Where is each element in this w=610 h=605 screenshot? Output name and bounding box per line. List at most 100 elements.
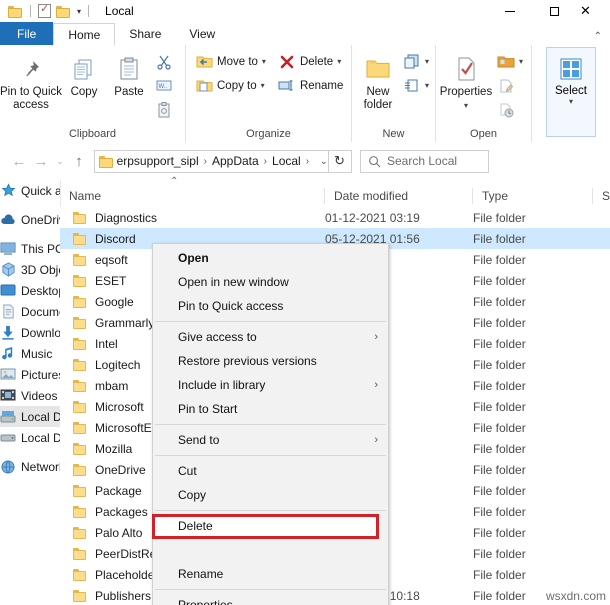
cut-button[interactable] — [152, 51, 176, 72]
chevron-down-icon-6[interactable]: ▾ — [519, 57, 523, 66]
history-icon — [497, 101, 515, 119]
sidebar-item-documents[interactable]: Documents — [0, 301, 60, 322]
column-header-size[interactable]: Si — [593, 185, 610, 207]
search-input[interactable]: Search Local — [387, 154, 457, 168]
new-item-button[interactable]: ▾ — [400, 51, 432, 72]
move-to-button[interactable]: Move to ▾ — [192, 51, 269, 72]
sidebar-item-3d-objects[interactable]: 3D Objects — [0, 259, 60, 280]
back-button[interactable]: ← — [8, 149, 30, 173]
context-menu-item-copy[interactable]: Copy — [153, 483, 388, 507]
breadcrumb-sep-3[interactable]: › — [303, 156, 312, 167]
context-menu-item-label: Copy — [178, 488, 207, 502]
sidebar-item-downloads[interactable]: Downloads — [0, 322, 60, 343]
context-menu-item-rename[interactable]: Rename — [153, 562, 388, 586]
edit-button[interactable] — [494, 75, 526, 96]
copy-path-button[interactable]: W.. — [152, 75, 176, 96]
sidebar-item-onedrive[interactable]: OneDrive — [0, 209, 60, 230]
new-small-buttons: ▾ ▾ — [400, 49, 432, 96]
chevron-down-icon-3[interactable]: ▾ — [337, 57, 341, 66]
rename-ribbon-button[interactable]: Rename — [275, 75, 346, 96]
paste-shortcut-button[interactable] — [152, 99, 176, 120]
tab-home[interactable]: Home — [53, 23, 116, 46]
search-box[interactable]: Search Local — [360, 149, 489, 173]
sidebar-item-local-disk-d[interactable]: Local Disk (D:) — [0, 427, 60, 448]
easy-access-button[interactable]: ▾ — [400, 75, 432, 96]
type-cell: File folder — [473, 378, 526, 393]
select-button[interactable]: Select ▾ — [546, 47, 596, 137]
properties-icon[interactable] — [38, 2, 51, 18]
sidebar-item-desktop[interactable]: Desktop — [0, 280, 60, 301]
tab-file[interactable]: File — [0, 22, 54, 45]
navigation-pane: Quick access OneDrive This PC 3D Objects Des… — [0, 180, 61, 605]
column-header-type[interactable]: Type — [473, 185, 593, 207]
context-menu: Open Open in new window Pin to Quick acces… — [152, 243, 389, 605]
tab-share[interactable]: Share — [115, 22, 175, 45]
context-menu-item-properties[interactable]: Properties — [153, 593, 388, 605]
sidebar-item-network[interactable]: Network — [0, 456, 60, 477]
recent-locations-button[interactable]: ⌄ — [52, 149, 68, 173]
context-menu-item-delete[interactable]: Delete — [178, 519, 213, 533]
context-menu-item-give-access-to[interactable]: Give access to › — [153, 325, 388, 349]
sidebar-item-music[interactable]: Music — [0, 343, 60, 364]
sidebar-item-quick-access[interactable]: Quick access — [0, 180, 60, 201]
tab-view[interactable]: View — [175, 22, 229, 45]
column-header-name[interactable]: Name — [60, 185, 325, 207]
chevron-down-icon-4[interactable]: ▾ — [425, 57, 429, 66]
minimize-button[interactable] — [488, 0, 532, 22]
file-name-label: Logitech — [95, 357, 141, 372]
context-menu-item-pin-to-start[interactable]: Pin to Start — [153, 397, 388, 421]
column-header-date-modified[interactable]: Date modified — [325, 185, 473, 207]
ribbon-group-label-new: New — [382, 128, 405, 140]
open-button[interactable]: ▾ — [494, 51, 526, 72]
new-folder-icon[interactable] — [56, 5, 71, 18]
sidebar-item-videos[interactable]: Videos — [0, 385, 60, 406]
properties-caret[interactable]: ▾ — [464, 99, 468, 112]
sidebar-item-label: Music — [21, 346, 53, 361]
maximize-button[interactable] — [532, 0, 576, 22]
up-button[interactable]: ↑ — [68, 149, 90, 173]
sidebar-item-label: Local Disk (C:) — [21, 409, 60, 424]
context-menu-item-open[interactable]: Open — [153, 246, 388, 270]
svg-text:W..: W.. — [159, 84, 168, 90]
context-menu-item-open-in-new-window[interactable]: Open in new window — [153, 270, 388, 294]
paste-button[interactable]: Paste — [106, 49, 152, 99]
pin-to-quick-access-button[interactable]: Pin to Quick access — [0, 49, 62, 112]
breadcrumb-item-local[interactable]: Local — [270, 154, 303, 168]
table-row[interactable]: Diagnostics 01-12-2021 03:19 File folder — [60, 207, 610, 228]
properties-button[interactable]: Properties ▾ — [438, 49, 494, 112]
context-menu-item-label: Open — [178, 251, 209, 265]
breadcrumb-item-appdata[interactable]: AppData — [210, 154, 261, 168]
context-menu-item-restore-previous-versions[interactable]: Restore previous versions — [153, 349, 388, 373]
close-button[interactable]: ✕ — [576, 0, 610, 22]
address-bar[interactable]: « erpsupport_sipl › AppData › Local › ⌄ — [94, 149, 329, 173]
breadcrumb-item-user[interactable]: erpsupport_sipl — [115, 154, 201, 168]
delete-ribbon-button[interactable]: Delete ▾ — [275, 51, 346, 72]
properties-icon — [454, 52, 478, 86]
context-menu-item-label: Pin to Start — [178, 402, 238, 416]
file-name-label: eqsoft — [95, 252, 128, 267]
new-folder-button[interactable]: New folder — [356, 49, 400, 112]
ribbon: Pin to Quick access Copy Paste W.. Clipb… — [0, 45, 610, 143]
forward-button[interactable]: → — [30, 149, 52, 173]
context-menu-item-send-to[interactable]: Send to › — [153, 428, 388, 452]
folder-icon — [72, 274, 88, 288]
refresh-button[interactable]: ↻ — [328, 149, 352, 173]
file-name-label: Package — [95, 483, 142, 498]
context-menu-item-pin-to-quick-access[interactable]: Pin to Quick access — [153, 294, 388, 318]
chevron-down-icon-2[interactable]: ▾ — [261, 81, 265, 90]
sidebar-item-this-pc[interactable]: This PC — [0, 238, 60, 259]
chevron-down-icon-5[interactable]: ▾ — [425, 81, 429, 90]
sidebar-item-local-disk-c[interactable]: Local Disk (C:) — [0, 406, 60, 427]
chevron-down-icon[interactable]: ▾ — [77, 7, 81, 16]
sort-ascending-icon: ⌃ — [170, 176, 179, 187]
history-button[interactable] — [494, 99, 526, 120]
copy-button[interactable]: Copy — [62, 49, 106, 99]
copy-to-button[interactable]: Copy to ▾ — [192, 75, 269, 96]
chevron-down-icon[interactable]: ▾ — [262, 57, 266, 66]
sidebar-item-pictures[interactable]: Pictures — [0, 364, 60, 385]
select-caret[interactable]: ▾ — [569, 97, 573, 106]
context-menu-item-include-in-library[interactable]: Include in library › — [153, 373, 388, 397]
chevron-up-icon[interactable]: ⌃ — [594, 31, 602, 42]
type-cell: File folder — [473, 504, 526, 519]
context-menu-item-cut[interactable]: Cut — [153, 459, 388, 483]
